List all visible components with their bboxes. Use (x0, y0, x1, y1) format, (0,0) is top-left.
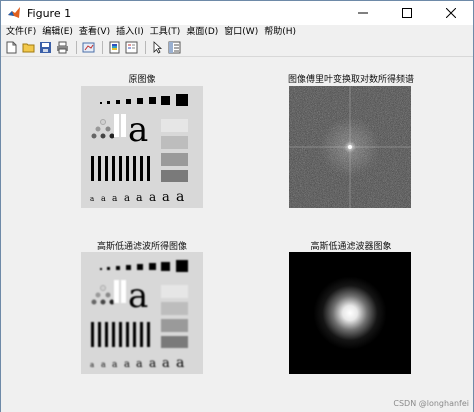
svg-text:a: a (162, 190, 170, 205)
colorbar-icon (109, 41, 120, 54)
menu-file[interactable]: 文件(F) (3, 25, 39, 39)
matlab-icon (8, 7, 20, 18)
svg-text:a: a (90, 195, 94, 203)
svg-text:a: a (176, 355, 184, 371)
svg-text:a: a (176, 189, 184, 205)
svg-text:a: a (136, 191, 143, 204)
save-button[interactable] (38, 40, 53, 55)
svg-text:a: a (101, 194, 106, 203)
svg-text:a: a (101, 360, 106, 369)
window-title: Figure 1 (27, 6, 72, 20)
figure-toolbar (1, 39, 473, 57)
svg-text:a: a (112, 360, 118, 370)
vertical-bars (91, 156, 150, 181)
figure-canvas: 原图像 a a a a a a a a a 图像傅里叶变换取对数所得频谱 高斯低… (1, 58, 473, 412)
print-button[interactable] (55, 40, 70, 55)
minimize-icon (358, 12, 368, 14)
close-icon (446, 8, 456, 18)
watermark: CSDN @longhanfei (393, 399, 469, 408)
property-inspector-icon (168, 41, 181, 54)
filter-panel (289, 252, 411, 374)
pointer-arrow-icon (153, 41, 163, 54)
new-file-icon (6, 41, 17, 54)
menu-tools[interactable]: 工具(T) (147, 25, 184, 39)
svg-text:a: a (149, 356, 156, 370)
save-icon (40, 42, 51, 53)
svg-text:a: a (90, 361, 94, 369)
figure-window: Figure 1 文件(F) 编辑(E) 查看(V) 插入(I) 工具(T) 桌… (0, 0, 474, 412)
legend-icon (125, 41, 138, 54)
original-image-panel: a a a a a a a a a (81, 86, 203, 208)
close-button[interactable] (429, 1, 473, 25)
print-icon (57, 41, 68, 54)
menu-window[interactable]: 窗口(W) (221, 25, 261, 39)
svg-text:a: a (149, 190, 156, 204)
menu-help[interactable]: 帮助(H) (261, 25, 299, 39)
maximize-button[interactable] (385, 1, 429, 25)
new-figure-button[interactable] (4, 40, 19, 55)
svg-text:a: a (112, 194, 118, 204)
menu-desktop[interactable]: 桌面(D) (183, 25, 221, 39)
toolbar-separator (76, 41, 77, 54)
link-plot-button[interactable] (81, 40, 96, 55)
filter-title: 高斯低通滤波器图象 (310, 242, 392, 252)
spectrum-title: 图像傅里叶变换取对数所得频谱 (287, 75, 414, 85)
maximize-icon (402, 8, 412, 18)
open-file-button[interactable] (21, 40, 36, 55)
title-bar: Figure 1 (1, 1, 473, 25)
large-letter-a: a (128, 276, 148, 316)
menu-edit[interactable]: 编辑(E) (39, 25, 76, 39)
property-inspector-button[interactable] (167, 40, 182, 55)
link-plot-icon (82, 42, 95, 53)
filtered-image-title: 高斯低通滤波所得图像 (96, 242, 187, 252)
minimize-button[interactable] (341, 1, 385, 25)
toolbar-separator (102, 41, 103, 54)
insert-colorbar-button[interactable] (107, 40, 122, 55)
original-image-title: 原图像 (128, 75, 156, 85)
svg-text:a: a (124, 193, 130, 204)
insert-legend-button[interactable] (124, 40, 139, 55)
svg-text:a: a (124, 359, 130, 370)
spectrum-panel (289, 86, 411, 208)
filtered-image-panel: a a a a a a a a a (81, 252, 203, 374)
large-letter-a: a (128, 110, 148, 150)
menu-bar: 文件(F) 编辑(E) 查看(V) 插入(I) 工具(T) 桌面(D) 窗口(W… (1, 25, 473, 39)
menu-view[interactable]: 查看(V) (76, 25, 113, 39)
folder-icon (22, 43, 35, 53)
svg-text:a: a (136, 357, 143, 370)
menu-insert[interactable]: 插入(I) (113, 25, 147, 39)
svg-text:a: a (162, 356, 170, 371)
toolbar-separator (145, 41, 146, 54)
edit-plot-button[interactable] (150, 40, 165, 55)
